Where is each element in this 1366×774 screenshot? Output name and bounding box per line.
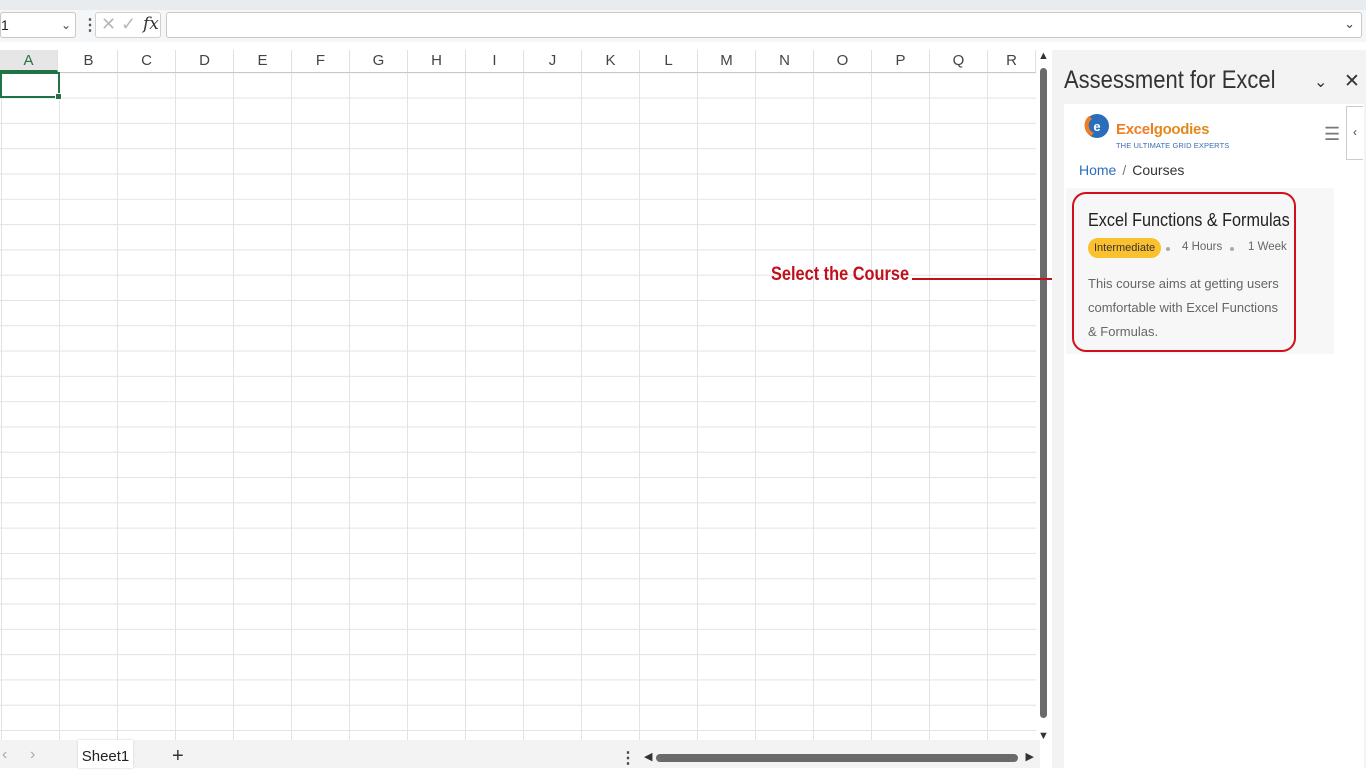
column-header-q[interactable]: Q <box>930 50 988 72</box>
collapse-sidebar-icon[interactable]: ‹ <box>1346 106 1363 160</box>
column-header-o[interactable]: O <box>814 50 872 72</box>
excelgoodies-logo-icon: e <box>1084 114 1109 138</box>
next-sheet-icon[interactable]: › <box>30 746 35 764</box>
chevron-down-icon[interactable]: ⌄ <box>1314 72 1327 92</box>
formula-input[interactable]: ⌄ <box>166 12 1362 38</box>
more-options-icon[interactable]: ⋮ <box>620 748 636 768</box>
name-box[interactable]: 1 ⌄ <box>0 12 76 38</box>
column-header-n[interactable]: N <box>756 50 814 72</box>
column-header-i[interactable]: I <box>466 50 524 72</box>
course-length: 1 Week <box>1248 241 1287 253</box>
level-badge: Intermediate <box>1088 238 1162 258</box>
vertical-scrollbar[interactable]: ▲ ▼ <box>1038 50 1050 742</box>
formula-buttons: ✕ ✓ fx <box>95 12 161 38</box>
course-duration: 4 Hours <box>1182 241 1223 253</box>
separator-dot-icon <box>1166 247 1170 251</box>
horizontal-scrollbar[interactable]: ◀ ▶ <box>644 750 1034 764</box>
course-description: This course aims at getting users comfor… <box>1088 276 1279 339</box>
task-pane-title: Assessment for Excel <box>1064 66 1276 94</box>
brand-name: Excelgoodies <box>1116 121 1209 138</box>
column-headers: A B C D E F G H I J K L M N O P Q R <box>0 50 1036 73</box>
column-header-h[interactable]: H <box>408 50 466 72</box>
active-cell[interactable] <box>0 72 62 100</box>
menu-icon[interactable]: ☰ <box>1324 124 1340 145</box>
column-header-m[interactable]: M <box>698 50 756 72</box>
brand-name-part2: goodies <box>1153 121 1210 138</box>
sheet-tab-sheet1[interactable]: Sheet1 <box>78 740 133 768</box>
name-box-value: 1 <box>1 17 9 33</box>
course-title[interactable]: Excel Functions & Formulas <box>1088 210 1290 231</box>
vertical-scroll-thumb[interactable] <box>1040 68 1047 718</box>
insert-function-icon[interactable]: fx <box>143 14 159 34</box>
cancel-icon[interactable]: ✕ <box>101 14 116 35</box>
column-header-c[interactable]: C <box>118 50 176 72</box>
add-sheet-button[interactable]: + <box>172 745 184 768</box>
column-header-f[interactable]: F <box>292 50 350 72</box>
brand-name-part1: Excel <box>1116 121 1154 138</box>
column-header-d[interactable]: D <box>176 50 234 72</box>
breadcrumb-separator: / <box>1122 162 1127 178</box>
horizontal-scroll-thumb[interactable] <box>656 754 1018 762</box>
fill-handle[interactable] <box>55 93 62 100</box>
course-card[interactable]: Excel Functions & Formulas Intermediate … <box>1072 192 1296 352</box>
column-header-b[interactable]: B <box>60 50 118 72</box>
close-icon[interactable]: ✕ <box>1344 70 1360 93</box>
scroll-up-icon[interactable]: ▲ <box>1038 50 1049 62</box>
column-header-l[interactable]: L <box>640 50 698 72</box>
column-header-k[interactable]: K <box>582 50 640 72</box>
column-header-a[interactable]: A <box>0 50 58 72</box>
scroll-left-icon[interactable]: ◀ <box>644 750 652 763</box>
breadcrumb-current: Courses <box>1132 162 1185 178</box>
svg-text:e: e <box>1093 119 1100 134</box>
task-pane: Assessment for Excel ⌄ ✕ e Excelgoodies … <box>1052 50 1366 768</box>
column-header-j[interactable]: J <box>524 50 582 72</box>
column-header-e[interactable]: E <box>234 50 292 72</box>
worksheet-grid[interactable] <box>0 50 1036 740</box>
prev-sheet-icon[interactable]: ‹ <box>2 746 7 764</box>
formula-bar: 1 ⌄ ⋮ ✕ ✓ fx ⌄ <box>0 10 1366 42</box>
expand-formula-bar-icon[interactable]: ⌄ <box>1344 16 1355 32</box>
enter-icon[interactable]: ✓ <box>121 14 136 35</box>
course-list: Excel Functions & Formulas Intermediate … <box>1066 188 1334 354</box>
sheet-tab-bar: ‹ › Sheet1 + ⋮ ◀ ▶ <box>0 740 1040 768</box>
column-header-p[interactable]: P <box>872 50 930 72</box>
window-top-strip <box>0 0 1366 10</box>
addin-header: e Excelgoodies THE ULTIMATE GRID EXPERTS… <box>1064 104 1346 160</box>
breadcrumb: Home / Courses <box>1079 162 1184 178</box>
brand-tagline: THE ULTIMATE GRID EXPERTS <box>1116 141 1230 150</box>
column-header-g[interactable]: G <box>350 50 408 72</box>
chevron-down-icon[interactable]: ⌄ <box>61 13 71 37</box>
annotation-label: Select the Course <box>771 264 910 285</box>
separator-dot-icon <box>1230 247 1234 251</box>
breadcrumb-home[interactable]: Home <box>1079 162 1116 178</box>
scroll-right-icon[interactable]: ▶ <box>1026 750 1034 763</box>
column-header-r[interactable]: R <box>988 50 1036 72</box>
